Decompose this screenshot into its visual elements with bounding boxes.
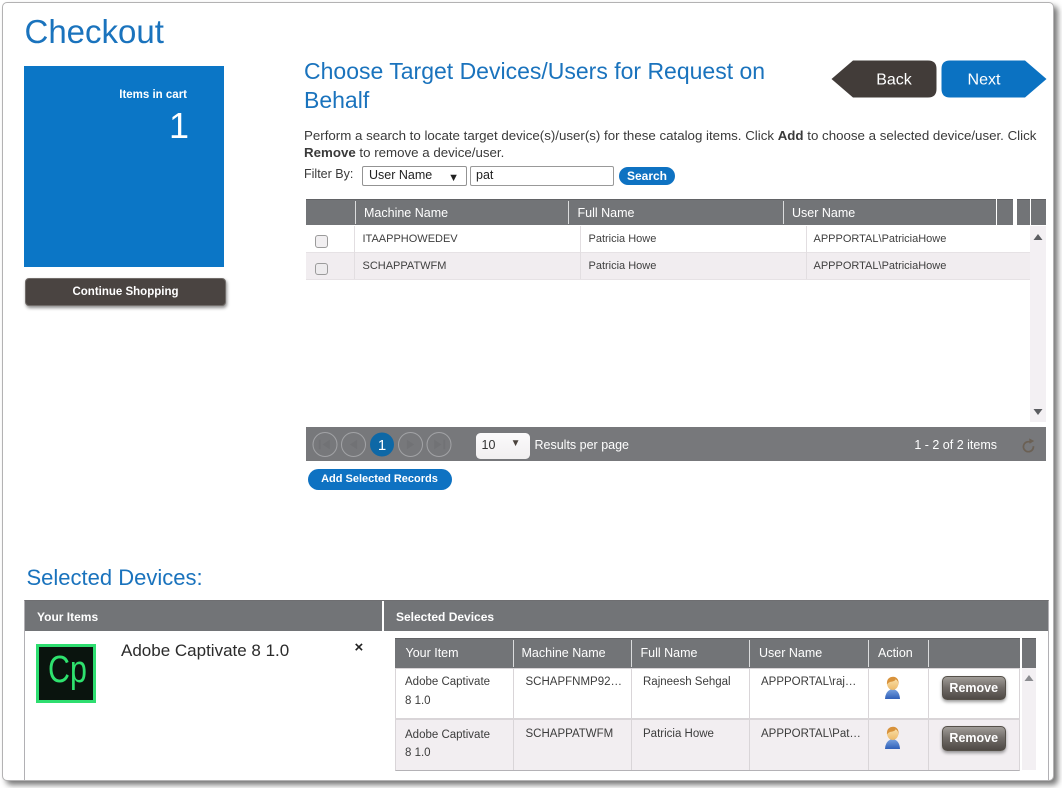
svg-text:1: 1 bbox=[378, 437, 386, 454]
svg-text:Back: Back bbox=[876, 72, 913, 89]
svg-text:Next: Next bbox=[968, 72, 1001, 89]
